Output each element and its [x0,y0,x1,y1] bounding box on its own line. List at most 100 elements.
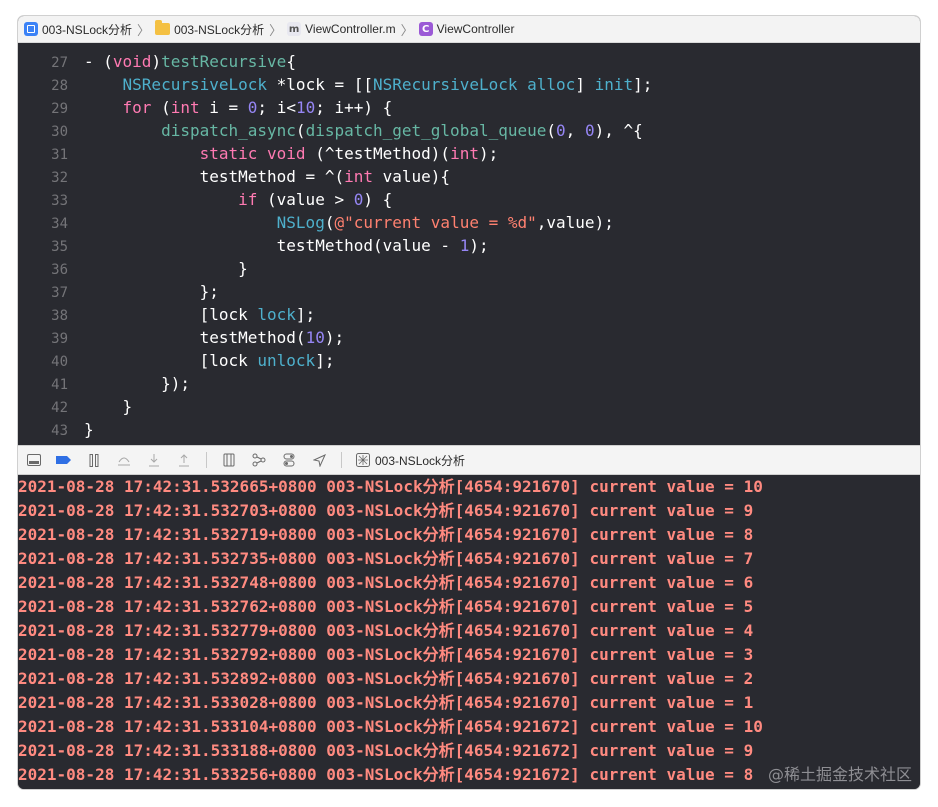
code-token: testRecursive [161,52,287,71]
line-number: 42 [51,400,68,416]
code-line[interactable]: 31 static void (^testMethod)(int); [18,142,920,165]
code-line[interactable]: 40 [lock unlock]; [18,349,920,372]
code-token: ( [295,121,306,140]
debug-bar: 003-NSLock分析 [18,445,920,475]
code-line[interactable]: 42 } [18,395,920,418]
log-line: 2021-08-28 17:42:31.533028+0800 003-NSLo… [18,693,754,712]
code-token: @"current value = %d" [334,213,537,232]
code-line[interactable]: 37 }; [18,280,920,303]
step-out-icon[interactable] [176,452,192,468]
code-token: (value > [257,190,354,209]
code-token: ); [324,328,345,347]
toolbar-divider [206,452,207,468]
code-line[interactable]: 28 NSRecursiveLock *lock = [[NSRecursive… [18,73,920,96]
code-token: ) { [363,190,393,209]
line-number: 29 [51,101,68,117]
line-number: 38 [51,308,68,324]
line-number: 34 [51,216,68,232]
log-line: 2021-08-28 17:42:31.532748+0800 003-NSLo… [18,573,754,592]
code-token: ; i++) { [315,98,393,117]
code-line[interactable]: 34 NSLog(@"current value = %d",value); [18,211,920,234]
code-token: ,value); [536,213,614,232]
code-token: static [199,144,258,163]
breadcrumb-file-label: ViewController.m [305,22,396,36]
code-line[interactable]: 30 dispatch_async(dispatch_get_global_qu… [18,119,920,142]
line-number: 28 [51,78,68,94]
log-line: 2021-08-28 17:42:31.533256+0800 003-NSLo… [18,765,754,784]
step-over-icon[interactable] [116,452,132,468]
log-line: 2021-08-28 17:42:31.532892+0800 003-NSLo… [18,669,754,688]
code-line[interactable]: 43} [18,418,920,441]
code-line[interactable]: 29 for (int i = 0; i<10; i++) { [18,96,920,119]
console-output[interactable]: 2021-08-28 17:42:31.533256+0800 003-NSLo… [18,475,920,789]
class-icon: C [418,22,433,36]
code-line[interactable]: 38 [lock lock]; [18,303,920,326]
line-number: 32 [51,170,68,186]
code-token: ]; [295,305,316,324]
line-number: 40 [51,354,68,370]
chevron-right-icon: 〉 [137,22,151,38]
code-line[interactable]: 27 - (void)testRecursive{ [18,50,920,73]
environment-overrides-icon[interactable] [281,452,297,468]
code-token: } [84,259,248,278]
code-token: dispatch_get_global_queue [305,121,547,140]
process-selector[interactable]: 003-NSLock分析 [356,452,465,469]
code-line[interactable]: 39 testMethod(10); [18,326,920,349]
jump-bar: 003-NSLock分析 〉 003-NSLock分析 〉 m ViewCont… [18,16,920,43]
log-line: 2021-08-28 17:42:31.532792+0800 003-NSLo… [18,645,754,664]
code-token: NSLog [276,213,325,232]
code-token: ; i< [257,98,296,117]
log-line: 2021-08-28 17:42:31.532665+0800 003-NSLo… [18,477,763,496]
simulate-location-icon[interactable] [311,452,327,468]
code-line[interactable]: 36 } [18,257,920,280]
line-number: 27 [51,55,68,71]
memory-graph-icon[interactable] [251,452,267,468]
code-token: 0 [556,121,566,140]
code-token: [lock [84,351,258,370]
breadcrumb-project[interactable]: 003-NSLock分析 [24,21,132,38]
line-number: 30 [51,124,68,140]
code-token: , [565,121,585,140]
code-token: testMethod = ^( [84,167,345,186]
code-token: i = [199,98,248,117]
breadcrumb-file[interactable]: m ViewController.m [287,22,396,36]
code-token: void [112,52,152,71]
code-token: 0 [353,190,364,209]
code-line[interactable]: 32 testMethod = ^(int value){ [18,165,920,188]
code-token: testMethod(value - [84,236,460,255]
code-token: ]; [633,75,653,94]
step-into-icon[interactable] [146,452,162,468]
xcode-window: 003-NSLock分析 〉 003-NSLock分析 〉 m ViewCont… [18,16,920,789]
code-line[interactable]: 41 }); [18,372,920,395]
code-line[interactable]: 33 if (value > 0) { [18,188,920,211]
watermark: @稀土掘金技术社区 [767,765,912,784]
code-token: init [594,75,634,94]
log-line: 2021-08-28 17:42:31.533104+0800 003-NSLo… [18,717,763,736]
m-file-icon: m [287,22,302,36]
code-token: } [84,420,94,439]
code-token: alloc [527,75,576,94]
log-line: 2021-08-28 17:42:31.532735+0800 003-NSLo… [18,549,754,568]
breakpoints-toggle-icon[interactable] [56,452,72,468]
code-token: if [238,190,258,209]
hide-debug-area-icon[interactable] [26,452,42,468]
toolbar-divider [341,452,342,468]
log-line: 2021-08-28 17:42:31.532703+0800 003-NSLo… [18,501,754,520]
project-icon [24,22,38,36]
code-editor[interactable]: 27- (void)testRecursive{28 NSRecursiveLo… [18,43,920,445]
pause-icon[interactable] [86,452,102,468]
code-token: testMethod( [84,328,306,347]
code-token: NSRecursiveLock [122,75,268,94]
breadcrumb-class[interactable]: C ViewController [418,22,514,36]
code-token: for [122,98,152,117]
code-token: NSRecursiveLock [373,75,518,94]
breadcrumb-folder[interactable]: 003-NSLock分析 [155,20,264,38]
code-line[interactable]: 35 testMethod(value - 1); [18,234,920,257]
view-hierarchy-icon[interactable] [221,452,237,468]
line-number: 37 [51,285,68,301]
